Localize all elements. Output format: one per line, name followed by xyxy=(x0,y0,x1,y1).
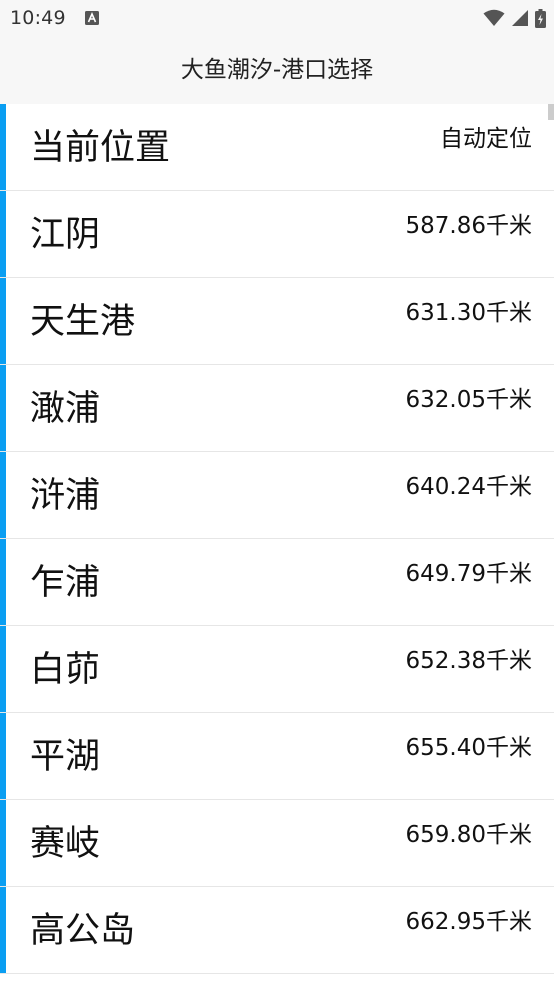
port-name: 澉浦 xyxy=(30,389,101,429)
port-name: 平湖 xyxy=(30,737,101,777)
port-name: 赛岐 xyxy=(30,824,101,864)
port-row[interactable]: 浒浦 640.24千米 xyxy=(0,452,554,539)
status-time: 10:49 xyxy=(10,7,66,29)
page-title: 大鱼潮汐-港口选择 xyxy=(180,57,374,83)
port-distance: 652.38千米 xyxy=(405,648,532,674)
row-accent xyxy=(0,191,6,277)
row-accent xyxy=(0,365,6,451)
row-accent xyxy=(0,104,6,190)
port-distance: 649.79千米 xyxy=(405,561,532,587)
port-row[interactable]: 高公岛 662.95千米 xyxy=(0,887,554,974)
app-header: 大鱼潮汐-港口选择 xyxy=(0,38,554,104)
port-name: 天生港 xyxy=(30,302,136,342)
a-notification-icon xyxy=(85,11,99,25)
port-distance: 640.24千米 xyxy=(405,474,532,500)
row-accent xyxy=(0,539,6,625)
port-row[interactable]: 白茆 652.38千米 xyxy=(0,626,554,713)
port-row[interactable]: 澉浦 632.05千米 xyxy=(0,365,554,452)
port-row[interactable]: 江阴 587.86千米 xyxy=(0,191,554,278)
port-row[interactable]: 天生港 631.30千米 xyxy=(0,278,554,365)
port-distance: 631.30千米 xyxy=(405,300,532,326)
row-accent xyxy=(0,713,6,799)
row-accent xyxy=(0,626,6,712)
current-location-label: 当前位置 xyxy=(30,128,171,168)
port-list[interactable]: 当前位置 自动定位 江阴 587.86千米 天生港 631.30千米 澉浦 63… xyxy=(0,104,554,984)
row-accent xyxy=(0,452,6,538)
port-distance: 632.05千米 xyxy=(405,387,532,413)
port-row[interactable]: 乍浦 649.79千米 xyxy=(0,539,554,626)
current-location-row[interactable]: 当前位置 自动定位 xyxy=(0,104,554,191)
status-icons xyxy=(483,8,546,28)
port-row[interactable]: 赛岐 659.80千米 xyxy=(0,800,554,887)
port-name: 高公岛 xyxy=(30,911,136,951)
status-bar: 10:49 xyxy=(0,0,554,38)
scrollbar-thumb[interactable] xyxy=(548,104,554,120)
port-row[interactable]: 平湖 655.40千米 xyxy=(0,713,554,800)
port-name: 乍浦 xyxy=(30,563,101,603)
port-distance: 662.95千米 xyxy=(405,909,532,935)
row-accent xyxy=(0,278,6,364)
cell-signal-icon xyxy=(512,10,528,26)
port-name: 白茆 xyxy=(30,650,101,690)
row-accent xyxy=(0,887,6,973)
battery-icon xyxy=(535,8,546,28)
port-distance: 655.40千米 xyxy=(405,735,532,761)
port-name: 江阴 xyxy=(30,215,101,255)
port-distance: 587.86千米 xyxy=(405,213,532,239)
row-accent xyxy=(0,800,6,886)
auto-locate-button[interactable]: 自动定位 xyxy=(440,124,532,154)
wifi-icon xyxy=(483,9,505,26)
port-distance: 659.80千米 xyxy=(405,822,532,848)
port-name: 浒浦 xyxy=(30,476,101,516)
